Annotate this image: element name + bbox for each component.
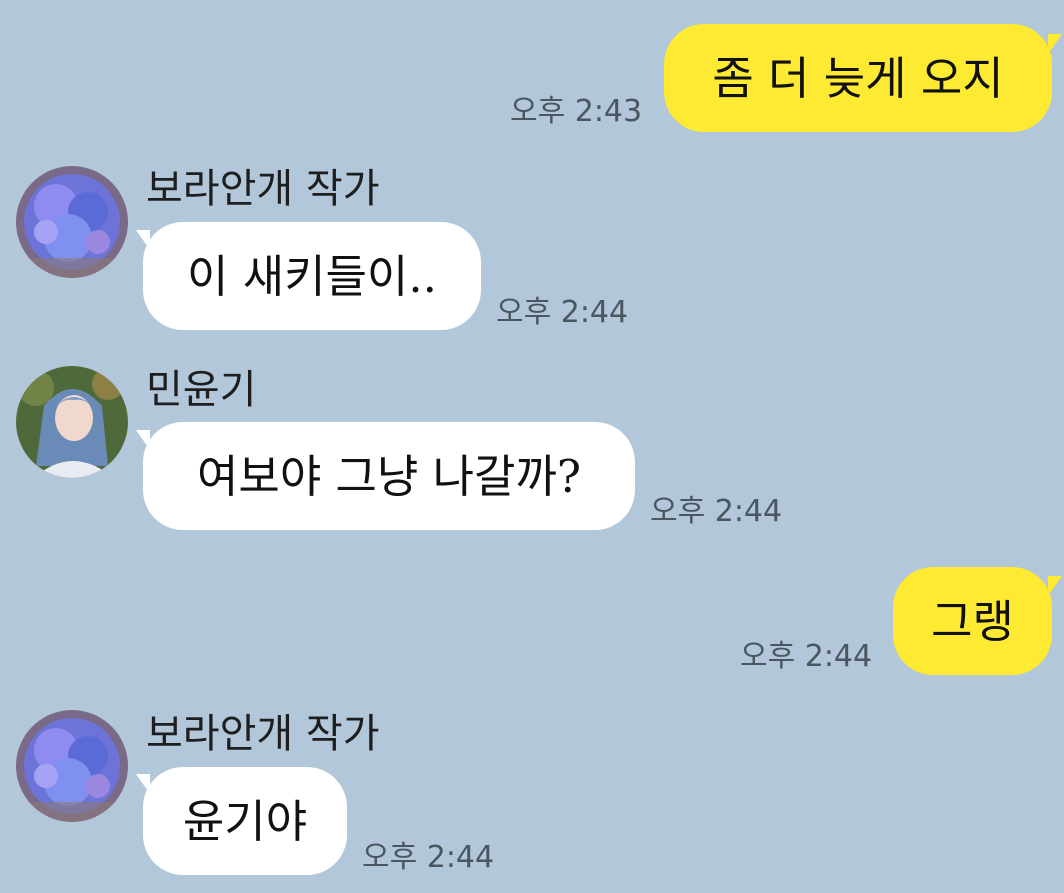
message-bubble[interactable]: 이 새키들이.. <box>143 222 481 330</box>
flower-bouquet-avatar[interactable] <box>16 710 128 822</box>
flower-bouquet-icon <box>16 710 128 822</box>
message-bubble[interactable]: 윤기야 <box>143 767 347 875</box>
message-text: 그랭 <box>931 594 1014 648</box>
message-bubble[interactable]: 좀 더 늦게 오지 <box>664 24 1052 132</box>
message-text: 윤기야 <box>182 794 308 848</box>
sender-name: 보라안개 작가 <box>146 166 380 212</box>
message-text: 이 새키들이.. <box>187 249 437 303</box>
message-timestamp: 오후 2:44 <box>496 295 629 330</box>
message-timestamp: 오후 2:44 <box>650 494 783 529</box>
message-text: 여보야 그냥 나갈까? <box>197 449 581 503</box>
message-timestamp: 오후 2:44 <box>362 840 495 875</box>
blue-hair-person-avatar[interactable] <box>16 366 128 478</box>
message-text: 좀 더 늦게 오지 <box>712 51 1004 105</box>
flower-bouquet-avatar[interactable] <box>16 166 128 278</box>
sender-name: 보라안개 작가 <box>146 711 380 757</box>
sender-name: 민윤기 <box>146 367 257 413</box>
bubble-tail <box>1048 576 1062 596</box>
person-portrait-icon <box>16 366 128 478</box>
bubble-tail <box>1048 34 1062 54</box>
message-timestamp: 오후 2:43 <box>510 94 643 129</box>
message-bubble[interactable]: 그랭 <box>893 567 1052 675</box>
flower-bouquet-icon <box>16 166 128 278</box>
message-bubble[interactable]: 여보야 그냥 나갈까? <box>143 422 635 530</box>
message-timestamp: 오후 2:44 <box>740 639 873 674</box>
